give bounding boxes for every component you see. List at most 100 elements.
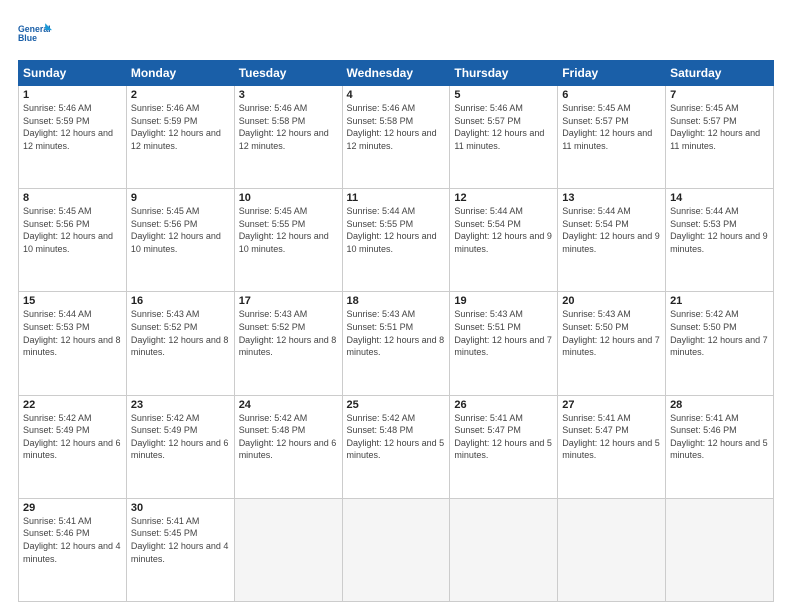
day-number: 24 bbox=[239, 399, 338, 411]
calendar-cell: 6Sunrise: 5:45 AM Sunset: 5:57 PM Daylig… bbox=[558, 86, 666, 189]
day-info: Sunrise: 5:46 AM Sunset: 5:58 PM Dayligh… bbox=[347, 102, 446, 152]
calendar-cell bbox=[558, 498, 666, 601]
calendar-cell: 5Sunrise: 5:46 AM Sunset: 5:57 PM Daylig… bbox=[450, 86, 558, 189]
calendar-cell: 27Sunrise: 5:41 AM Sunset: 5:47 PM Dayli… bbox=[558, 395, 666, 498]
calendar-cell: 8Sunrise: 5:45 AM Sunset: 5:56 PM Daylig… bbox=[19, 189, 127, 292]
calendar-cell: 26Sunrise: 5:41 AM Sunset: 5:47 PM Dayli… bbox=[450, 395, 558, 498]
calendar-week-5: 29Sunrise: 5:41 AM Sunset: 5:46 PM Dayli… bbox=[19, 498, 774, 601]
day-info: Sunrise: 5:45 AM Sunset: 5:57 PM Dayligh… bbox=[670, 102, 769, 152]
day-number: 7 bbox=[670, 89, 769, 101]
calendar-cell: 12Sunrise: 5:44 AM Sunset: 5:54 PM Dayli… bbox=[450, 189, 558, 292]
calendar-cell: 1Sunrise: 5:46 AM Sunset: 5:59 PM Daylig… bbox=[19, 86, 127, 189]
day-number: 6 bbox=[562, 89, 661, 101]
calendar-cell: 23Sunrise: 5:42 AM Sunset: 5:49 PM Dayli… bbox=[126, 395, 234, 498]
day-info: Sunrise: 5:43 AM Sunset: 5:51 PM Dayligh… bbox=[347, 308, 446, 358]
day-number: 25 bbox=[347, 399, 446, 411]
day-number: 27 bbox=[562, 399, 661, 411]
day-number: 2 bbox=[131, 89, 230, 101]
weekday-saturday: Saturday bbox=[666, 61, 774, 86]
day-info: Sunrise: 5:44 AM Sunset: 5:55 PM Dayligh… bbox=[347, 205, 446, 255]
day-info: Sunrise: 5:45 AM Sunset: 5:57 PM Dayligh… bbox=[562, 102, 661, 152]
day-number: 5 bbox=[454, 89, 553, 101]
calendar-cell: 14Sunrise: 5:44 AM Sunset: 5:53 PM Dayli… bbox=[666, 189, 774, 292]
day-number: 3 bbox=[239, 89, 338, 101]
day-number: 23 bbox=[131, 399, 230, 411]
day-info: Sunrise: 5:42 AM Sunset: 5:48 PM Dayligh… bbox=[347, 412, 446, 462]
day-number: 4 bbox=[347, 89, 446, 101]
day-info: Sunrise: 5:46 AM Sunset: 5:58 PM Dayligh… bbox=[239, 102, 338, 152]
logo: General Blue bbox=[18, 16, 52, 50]
day-info: Sunrise: 5:41 AM Sunset: 5:47 PM Dayligh… bbox=[562, 412, 661, 462]
day-number: 8 bbox=[23, 192, 122, 204]
day-info: Sunrise: 5:42 AM Sunset: 5:50 PM Dayligh… bbox=[670, 308, 769, 358]
day-number: 20 bbox=[562, 295, 661, 307]
calendar-week-2: 8Sunrise: 5:45 AM Sunset: 5:56 PM Daylig… bbox=[19, 189, 774, 292]
day-number: 18 bbox=[347, 295, 446, 307]
weekday-header-row: SundayMondayTuesdayWednesdayThursdayFrid… bbox=[19, 61, 774, 86]
weekday-monday: Monday bbox=[126, 61, 234, 86]
calendar-cell: 15Sunrise: 5:44 AM Sunset: 5:53 PM Dayli… bbox=[19, 292, 127, 395]
day-number: 16 bbox=[131, 295, 230, 307]
day-info: Sunrise: 5:41 AM Sunset: 5:47 PM Dayligh… bbox=[454, 412, 553, 462]
day-number: 9 bbox=[131, 192, 230, 204]
svg-text:Blue: Blue bbox=[18, 33, 37, 43]
day-info: Sunrise: 5:41 AM Sunset: 5:46 PM Dayligh… bbox=[670, 412, 769, 462]
page-header: General Blue bbox=[18, 16, 774, 50]
calendar-cell: 22Sunrise: 5:42 AM Sunset: 5:49 PM Dayli… bbox=[19, 395, 127, 498]
day-info: Sunrise: 5:43 AM Sunset: 5:52 PM Dayligh… bbox=[239, 308, 338, 358]
day-info: Sunrise: 5:45 AM Sunset: 5:56 PM Dayligh… bbox=[23, 205, 122, 255]
day-number: 30 bbox=[131, 502, 230, 514]
calendar-cell bbox=[666, 498, 774, 601]
day-number: 14 bbox=[670, 192, 769, 204]
calendar-cell bbox=[450, 498, 558, 601]
calendar-cell: 4Sunrise: 5:46 AM Sunset: 5:58 PM Daylig… bbox=[342, 86, 450, 189]
weekday-tuesday: Tuesday bbox=[234, 61, 342, 86]
day-info: Sunrise: 5:44 AM Sunset: 5:54 PM Dayligh… bbox=[562, 205, 661, 255]
day-number: 29 bbox=[23, 502, 122, 514]
day-number: 13 bbox=[562, 192, 661, 204]
day-info: Sunrise: 5:42 AM Sunset: 5:49 PM Dayligh… bbox=[23, 412, 122, 462]
calendar-body: 1Sunrise: 5:46 AM Sunset: 5:59 PM Daylig… bbox=[19, 86, 774, 602]
calendar-cell: 29Sunrise: 5:41 AM Sunset: 5:46 PM Dayli… bbox=[19, 498, 127, 601]
calendar-cell: 25Sunrise: 5:42 AM Sunset: 5:48 PM Dayli… bbox=[342, 395, 450, 498]
calendar-cell: 7Sunrise: 5:45 AM Sunset: 5:57 PM Daylig… bbox=[666, 86, 774, 189]
day-info: Sunrise: 5:44 AM Sunset: 5:54 PM Dayligh… bbox=[454, 205, 553, 255]
calendar-cell: 13Sunrise: 5:44 AM Sunset: 5:54 PM Dayli… bbox=[558, 189, 666, 292]
calendar-cell: 18Sunrise: 5:43 AM Sunset: 5:51 PM Dayli… bbox=[342, 292, 450, 395]
day-number: 21 bbox=[670, 295, 769, 307]
day-info: Sunrise: 5:44 AM Sunset: 5:53 PM Dayligh… bbox=[670, 205, 769, 255]
weekday-wednesday: Wednesday bbox=[342, 61, 450, 86]
calendar-cell: 16Sunrise: 5:43 AM Sunset: 5:52 PM Dayli… bbox=[126, 292, 234, 395]
calendar-cell bbox=[342, 498, 450, 601]
day-info: Sunrise: 5:46 AM Sunset: 5:59 PM Dayligh… bbox=[23, 102, 122, 152]
day-info: Sunrise: 5:46 AM Sunset: 5:59 PM Dayligh… bbox=[131, 102, 230, 152]
day-number: 15 bbox=[23, 295, 122, 307]
calendar-table: SundayMondayTuesdayWednesdayThursdayFrid… bbox=[18, 60, 774, 602]
day-info: Sunrise: 5:42 AM Sunset: 5:48 PM Dayligh… bbox=[239, 412, 338, 462]
day-info: Sunrise: 5:41 AM Sunset: 5:45 PM Dayligh… bbox=[131, 515, 230, 565]
day-number: 1 bbox=[23, 89, 122, 101]
day-number: 12 bbox=[454, 192, 553, 204]
logo-svg: General Blue bbox=[18, 16, 52, 50]
day-number: 10 bbox=[239, 192, 338, 204]
calendar-cell: 20Sunrise: 5:43 AM Sunset: 5:50 PM Dayli… bbox=[558, 292, 666, 395]
day-info: Sunrise: 5:43 AM Sunset: 5:50 PM Dayligh… bbox=[562, 308, 661, 358]
calendar-cell: 3Sunrise: 5:46 AM Sunset: 5:58 PM Daylig… bbox=[234, 86, 342, 189]
day-info: Sunrise: 5:43 AM Sunset: 5:51 PM Dayligh… bbox=[454, 308, 553, 358]
day-info: Sunrise: 5:44 AM Sunset: 5:53 PM Dayligh… bbox=[23, 308, 122, 358]
calendar-cell: 30Sunrise: 5:41 AM Sunset: 5:45 PM Dayli… bbox=[126, 498, 234, 601]
calendar-week-3: 15Sunrise: 5:44 AM Sunset: 5:53 PM Dayli… bbox=[19, 292, 774, 395]
calendar-cell: 17Sunrise: 5:43 AM Sunset: 5:52 PM Dayli… bbox=[234, 292, 342, 395]
day-number: 26 bbox=[454, 399, 553, 411]
day-number: 19 bbox=[454, 295, 553, 307]
calendar-week-4: 22Sunrise: 5:42 AM Sunset: 5:49 PM Dayli… bbox=[19, 395, 774, 498]
calendar-cell: 11Sunrise: 5:44 AM Sunset: 5:55 PM Dayli… bbox=[342, 189, 450, 292]
calendar-cell: 9Sunrise: 5:45 AM Sunset: 5:56 PM Daylig… bbox=[126, 189, 234, 292]
weekday-sunday: Sunday bbox=[19, 61, 127, 86]
weekday-friday: Friday bbox=[558, 61, 666, 86]
calendar-cell: 28Sunrise: 5:41 AM Sunset: 5:46 PM Dayli… bbox=[666, 395, 774, 498]
day-info: Sunrise: 5:46 AM Sunset: 5:57 PM Dayligh… bbox=[454, 102, 553, 152]
calendar-week-1: 1Sunrise: 5:46 AM Sunset: 5:59 PM Daylig… bbox=[19, 86, 774, 189]
calendar-cell: 24Sunrise: 5:42 AM Sunset: 5:48 PM Dayli… bbox=[234, 395, 342, 498]
day-info: Sunrise: 5:42 AM Sunset: 5:49 PM Dayligh… bbox=[131, 412, 230, 462]
